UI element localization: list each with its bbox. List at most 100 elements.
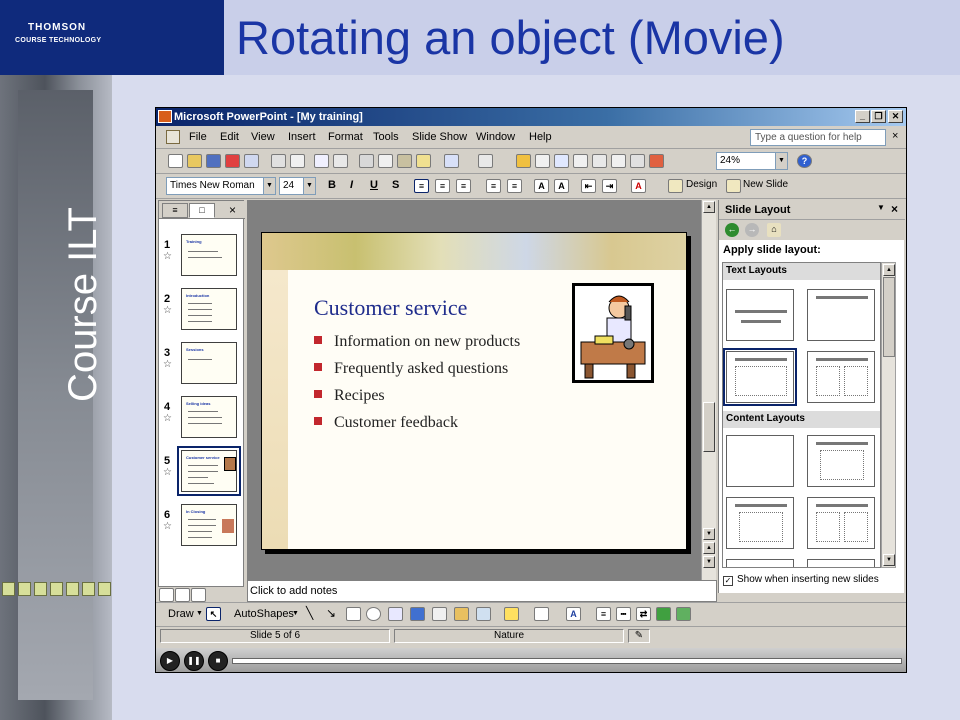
align-left-icon[interactable]: ≡ xyxy=(414,179,429,193)
layout-title-content[interactable] xyxy=(726,497,794,549)
line-icon[interactable]: ╲ xyxy=(306,606,313,620)
color-grayscale-icon[interactable] xyxy=(649,154,664,168)
align-right-icon[interactable]: ≡ xyxy=(456,179,471,193)
rectangle-icon[interactable] xyxy=(346,607,361,621)
fill-color-icon[interactable] xyxy=(504,607,519,621)
insert-chart-icon[interactable] xyxy=(516,154,531,168)
design-button[interactable]: Design xyxy=(686,179,717,190)
powerpoint-app-icon[interactable] xyxy=(158,110,172,123)
open-icon[interactable] xyxy=(187,154,202,168)
play-icon[interactable]: ▶ xyxy=(160,651,180,671)
align-center-icon[interactable]: ≡ xyxy=(435,179,450,193)
show-when-inserting-checkbox[interactable]: ✓ Show when inserting new slides xyxy=(723,574,879,586)
stop-icon[interactable]: ■ xyxy=(208,651,228,671)
wordart-icon[interactable] xyxy=(410,607,425,621)
increase-font-icon[interactable]: A xyxy=(534,179,549,193)
menu-edit[interactable]: Edit xyxy=(220,131,239,143)
slide-bullet[interactable]: Customer feedback xyxy=(314,414,458,432)
autoshapes-menu[interactable]: AutoShapes xyxy=(234,608,294,620)
cut-icon[interactable] xyxy=(359,154,374,168)
menu-slide-show[interactable]: Slide Show xyxy=(412,131,467,143)
layout-title-two-content[interactable] xyxy=(807,497,875,549)
print-icon[interactable] xyxy=(271,154,286,168)
layout-two-column-text[interactable] xyxy=(807,351,875,403)
ask-question-input[interactable]: Type a question for help xyxy=(750,129,886,146)
menu-tools[interactable]: Tools xyxy=(373,131,399,143)
redo-icon[interactable] xyxy=(478,154,493,168)
slide-thumbnail-4[interactable]: Selling ideas xyxy=(181,396,237,438)
oval-icon[interactable] xyxy=(366,607,381,621)
chevron-down-icon[interactable]: ▼ xyxy=(775,153,787,169)
bullets-icon[interactable]: ≡ xyxy=(507,179,522,193)
decrease-indent-icon[interactable]: ⇤ xyxy=(581,179,596,193)
tables-borders-icon[interactable] xyxy=(554,154,569,168)
close-window-button[interactable]: ✕ xyxy=(888,110,903,123)
pause-icon[interactable]: ❚❚ xyxy=(184,651,204,671)
design-icon[interactable] xyxy=(668,179,683,193)
paste-icon[interactable] xyxy=(397,154,412,168)
document-icon[interactable] xyxy=(166,130,180,144)
email-icon[interactable] xyxy=(244,154,259,168)
font-size-select[interactable]: 24 ▼ xyxy=(279,177,316,195)
numbering-icon[interactable]: ≡ xyxy=(486,179,501,193)
notes-pane[interactable]: Click to add notes xyxy=(247,580,717,602)
scroll-up-icon[interactable]: ▲ xyxy=(883,264,895,276)
slide-thumbnail-5[interactable]: Customer service xyxy=(177,446,241,496)
dash-style-icon[interactable]: ┅ xyxy=(616,607,631,621)
chevron-down-icon[interactable]: ▼ xyxy=(877,203,885,212)
checkbox-checked-icon[interactable]: ✓ xyxy=(723,576,733,586)
3d-style-icon[interactable] xyxy=(676,607,691,621)
movie-seek-bar[interactable] xyxy=(232,658,902,664)
home-icon[interactable]: ⌂ xyxy=(767,223,781,237)
forward-icon[interactable]: → xyxy=(745,223,759,237)
tab-slides[interactable]: □ xyxy=(189,203,215,218)
slide-title[interactable]: Customer service xyxy=(314,295,467,321)
menu-help[interactable]: Help xyxy=(529,131,552,143)
menu-view[interactable]: View xyxy=(251,131,275,143)
previous-slide-icon[interactable]: ▲ xyxy=(703,542,715,554)
back-icon[interactable]: ← xyxy=(725,223,739,237)
slide-bullet[interactable]: Recipes xyxy=(314,387,385,405)
menu-window[interactable]: Window xyxy=(476,131,515,143)
spelling-icon[interactable] xyxy=(314,154,329,168)
close-pane-button[interactable]: × xyxy=(229,203,236,217)
shadow-button[interactable]: S xyxy=(392,179,399,191)
insert-picture-icon[interactable] xyxy=(573,154,588,168)
save-icon[interactable] xyxy=(206,154,221,168)
zoom-select[interactable]: 24% ▼ xyxy=(716,152,788,170)
undo-icon[interactable] xyxy=(444,154,459,168)
slide-thumbnail-3[interactable]: Sessions xyxy=(181,342,237,384)
chevron-down-icon[interactable]: ▼ xyxy=(263,178,275,194)
line-style-icon[interactable]: ≡ xyxy=(596,607,611,621)
menu-format[interactable]: Format xyxy=(328,131,363,143)
chevron-down-icon[interactable]: ▼ xyxy=(303,178,315,194)
italic-button[interactable]: I xyxy=(350,179,353,191)
new-slide-icon[interactable] xyxy=(726,179,741,193)
insert-table-icon[interactable] xyxy=(535,154,550,168)
clipart-icon[interactable] xyxy=(454,607,469,621)
font-color-icon[interactable]: A xyxy=(566,607,581,621)
diagram-icon[interactable] xyxy=(432,607,447,621)
arrow-style-icon[interactable]: ⇄ xyxy=(636,607,651,621)
close-document-button[interactable]: × xyxy=(892,130,898,142)
scroll-thumb[interactable] xyxy=(883,277,895,357)
decrease-font-icon[interactable]: A xyxy=(554,179,569,193)
help-icon[interactable]: ? xyxy=(797,154,812,168)
select-objects-icon[interactable]: ↖ xyxy=(206,607,221,621)
layout-title-slide[interactable] xyxy=(726,289,794,341)
scroll-down-icon[interactable]: ▼ xyxy=(883,554,895,566)
slide-show-view-icon[interactable] xyxy=(191,588,206,602)
layout-title-text[interactable] xyxy=(723,348,797,406)
layout-list-scrollbar[interactable]: ▲ ▼ xyxy=(881,262,896,568)
slide-vertical-scrollbar[interactable]: ▲ ▼ ▲ ▼ xyxy=(701,200,716,580)
menu-insert[interactable]: Insert xyxy=(288,131,316,143)
next-slide-icon[interactable]: ▼ xyxy=(703,556,715,568)
scroll-thumb[interactable] xyxy=(703,402,715,452)
increase-indent-icon[interactable]: ⇥ xyxy=(602,179,617,193)
window-titlebar[interactable]: Microsoft PowerPoint - [My training] _ ❐… xyxy=(156,108,906,126)
underline-button[interactable]: U xyxy=(370,179,378,191)
layout-title-only[interactable] xyxy=(807,289,875,341)
minimize-button[interactable]: _ xyxy=(855,110,870,123)
chevron-down-icon[interactable]: ▼ xyxy=(292,610,299,617)
new-icon[interactable] xyxy=(168,154,183,168)
